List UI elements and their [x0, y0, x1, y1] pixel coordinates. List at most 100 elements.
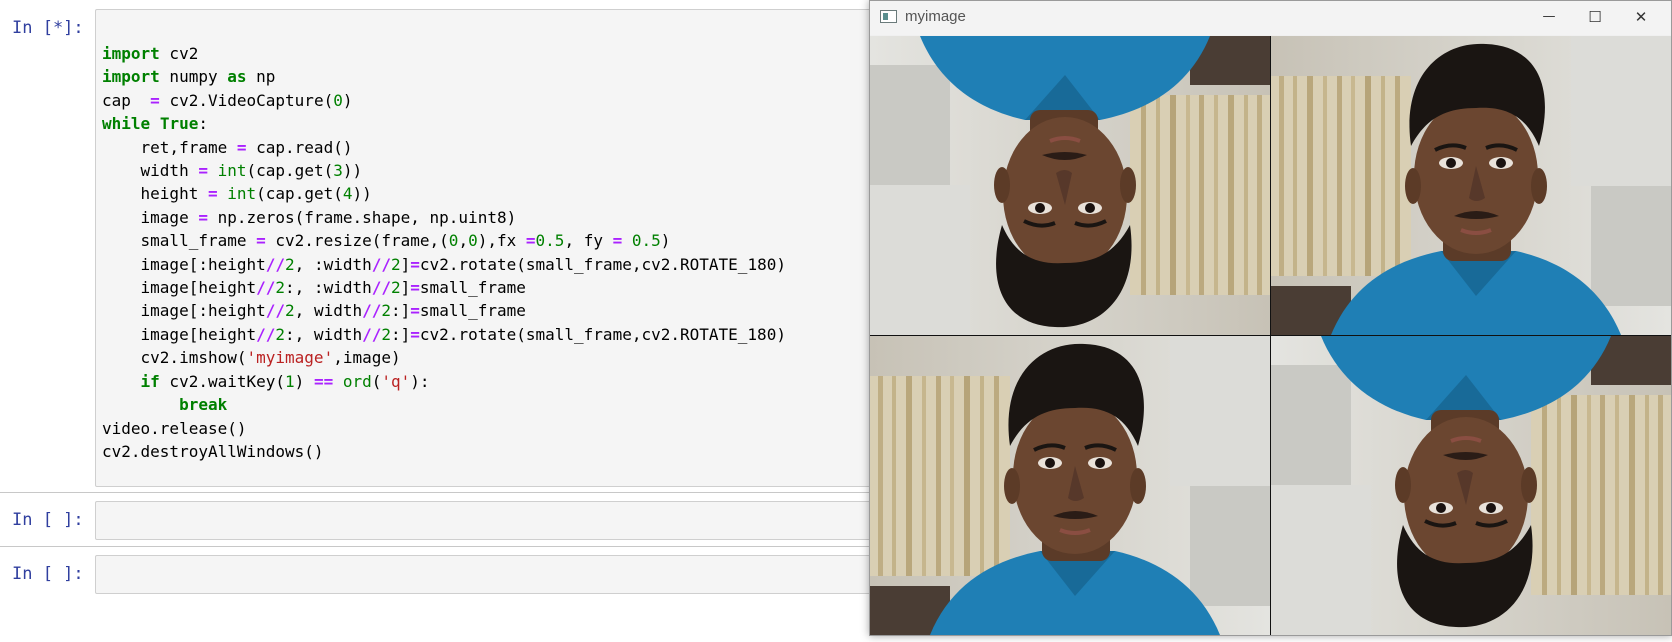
code-token: cap	[102, 90, 151, 110]
quadrant-bottom-right-frame-rotated	[1271, 336, 1671, 635]
code-token: :]	[391, 301, 411, 321]
code-token: ))	[352, 184, 372, 204]
code-token: (cap.get(	[256, 184, 343, 204]
code-token: 2	[285, 254, 295, 274]
code-token: 2	[391, 254, 401, 274]
code-token: ord	[342, 371, 372, 391]
code-token: )	[660, 231, 671, 251]
code-token: 0.5	[535, 231, 565, 251]
code-token: //	[256, 278, 276, 298]
code-token: ret,frame	[102, 137, 237, 157]
code-token: small_frame	[102, 231, 257, 251]
code-token: small_frame	[419, 301, 526, 321]
code-token: =	[410, 254, 420, 274]
code-token: np	[246, 67, 276, 87]
code-token: 2	[275, 278, 286, 298]
code-token: cv2.rotate(small_frame,cv2.ROTATE_180)	[419, 254, 786, 274]
code-token: (cap.get(	[246, 161, 334, 181]
code-token: image[height	[102, 278, 257, 298]
code-token: width	[102, 161, 199, 181]
code-token: :, width	[285, 324, 363, 344]
code-token: 'q'	[381, 371, 411, 391]
cell-1-prompt: In [*]:	[12, 18, 84, 38]
code-token: =	[236, 137, 247, 157]
code-token: =	[198, 207, 208, 227]
code-token: ,image)	[333, 348, 401, 368]
code-token: if	[140, 371, 160, 391]
code-token: numpy	[159, 67, 228, 87]
code-token: image	[102, 207, 199, 227]
code-token: 4	[342, 184, 353, 204]
code-token: image[height	[102, 324, 257, 344]
code-token: ]	[400, 278, 411, 298]
code-token: import	[102, 44, 160, 63]
code-token: (	[371, 371, 382, 391]
code-token: ))	[342, 161, 363, 181]
minimize-button[interactable]: —	[1526, 1, 1572, 33]
cell-3-prompt: In [ ]:	[12, 564, 84, 584]
code-token: 0	[468, 231, 478, 251]
code-token: cv2.rotate(small_frame,cv2.ROTATE_180)	[419, 324, 786, 344]
code-token: //	[371, 254, 391, 274]
code-token: 0	[448, 231, 459, 251]
code-token: //	[265, 254, 286, 274]
code-token: 3	[333, 161, 343, 181]
code-token: while	[102, 114, 151, 134]
code-token: cv2	[159, 44, 199, 63]
quadrant-top-left-frame-rotated	[870, 36, 1270, 335]
code-token: as	[227, 67, 247, 87]
code-token: image[:height	[102, 254, 266, 274]
code-token: cap.read()	[246, 137, 353, 157]
maximize-button[interactable]: ☐	[1572, 1, 1618, 33]
code-token: =	[410, 324, 420, 344]
myimage-window[interactable]: myimage — ☐ ✕	[869, 0, 1672, 636]
code-token: )	[294, 371, 314, 391]
code-token: //	[371, 278, 391, 298]
image-canvas	[870, 36, 1671, 635]
code-token: =	[525, 231, 536, 251]
code-token: //	[362, 324, 382, 344]
code-token: =	[256, 231, 266, 251]
code-token: =	[410, 278, 420, 298]
code-token: 2	[275, 324, 286, 344]
code-token: , fy	[564, 231, 613, 251]
code-token: 2	[285, 301, 295, 321]
code-token: =	[150, 90, 160, 110]
close-button[interactable]: ✕	[1618, 1, 1664, 33]
quadrant-bottom-left-frame	[870, 336, 1270, 635]
code-token: 0	[333, 90, 343, 110]
code-token: cv2.waitKey(	[159, 371, 286, 391]
code-token: //	[256, 324, 276, 344]
code-token: cv2.resize(frame,(	[265, 231, 449, 251]
code-token: =	[198, 161, 208, 181]
code-token: =	[410, 301, 420, 321]
code-token: , width	[294, 301, 363, 321]
code-token: //	[362, 301, 382, 321]
code-token: 2	[381, 301, 392, 321]
code-token: 0.5	[631, 231, 661, 251]
code-token: ):	[410, 371, 430, 391]
code-token: ==	[313, 371, 334, 391]
code-token: import	[102, 67, 160, 87]
app-window-icon	[880, 10, 897, 23]
quadrant-top-right-frame	[1271, 36, 1671, 335]
code-token: small_frame	[419, 278, 526, 298]
code-token: int	[227, 184, 257, 204]
code-token: video.release()	[102, 418, 247, 438]
window-title: myimage	[905, 8, 966, 25]
code-token: image[:height	[102, 301, 266, 321]
code-token: 2	[381, 324, 391, 344]
code-token: 'myimage'	[246, 348, 334, 368]
code-token: True	[159, 114, 199, 134]
code-token: :]	[391, 324, 411, 344]
code-token: np.zeros(frame.shape, np.uint8)	[207, 207, 517, 227]
code-token: =	[612, 231, 623, 251]
window-titlebar[interactable]: myimage — ☐ ✕	[870, 1, 1671, 35]
